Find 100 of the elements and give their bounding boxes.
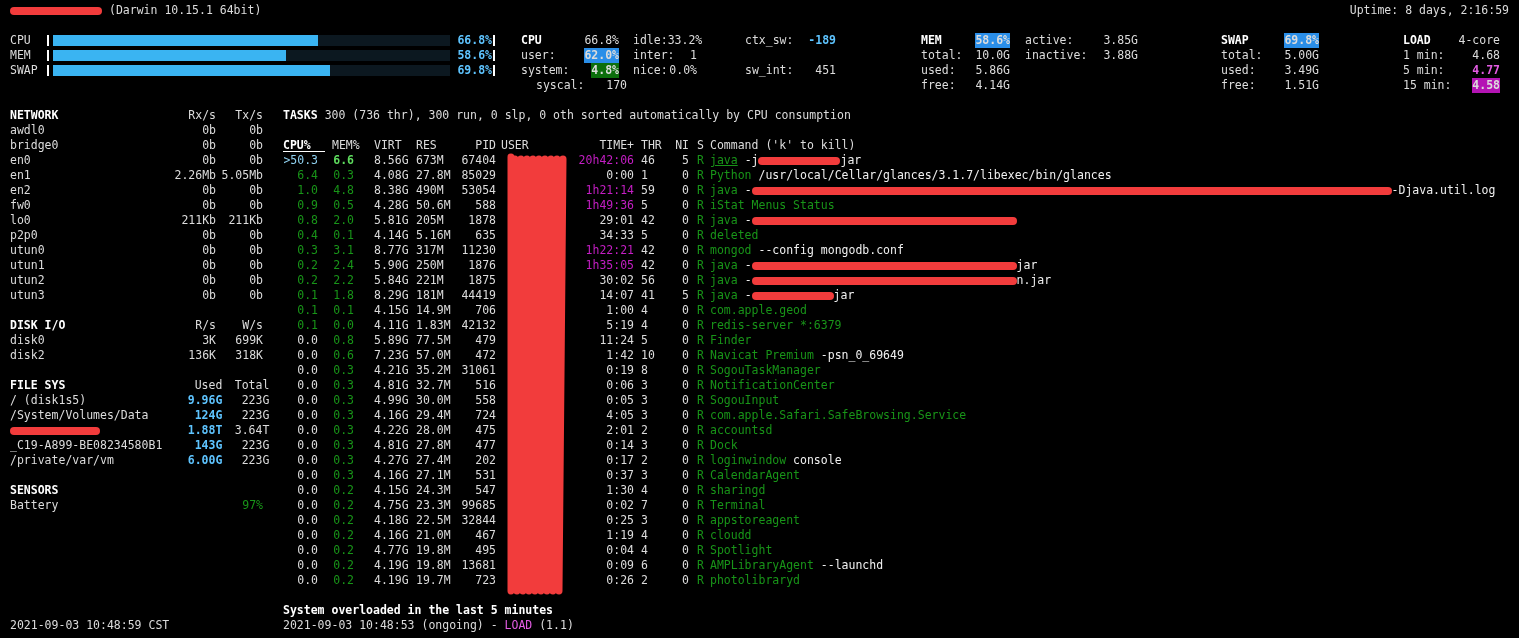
process-args: -Djava.util.log [1391,183,1496,198]
stat-label: free: [921,78,956,93]
status-cell-text: R [696,153,705,168]
table-cell-text: 699K [234,333,263,348]
process-name: Python [710,168,752,183]
table-cell-text: 0:04 [605,543,634,558]
table-cell-text: 0.3 [332,168,355,183]
table-cell-text: 635 [474,228,496,243]
column-header[interactable]: S [689,138,710,153]
table-cell-text: 9.96G [186,393,223,408]
table-cell-text: 67404 [460,153,496,168]
table-cell-text: 724 [474,408,496,423]
table-cell-text: 4.28G [373,198,410,213]
table-cell-text: 99685 [460,498,496,513]
table-cell-text: 0.0 [296,543,319,558]
status-cell-text: R [696,198,705,213]
table-cell-text: 2.2 [332,273,355,288]
table-cell-text: 0.3 [332,393,355,408]
table-cell-text: 0.0 [296,438,319,453]
stat-label: used: [921,63,956,78]
column-header[interactable]: USER [496,138,565,153]
stat-label: total: [921,48,963,63]
column-header[interactable]: TIME+ [565,138,634,153]
table-cell-text: 4.11G [373,318,410,333]
table-cell-text: 4.14G [373,228,410,243]
table-cell-text: 3.1 [332,243,355,258]
table-cell-text: 1.83M [415,318,452,333]
table-cell-text: 0b [201,258,216,273]
process-name: photolibraryd [710,573,800,588]
table-cell-text: 0.2 [332,543,355,558]
table-cell-text: 205M [415,213,445,228]
process-name: AMPLibraryAgent [710,558,814,573]
stat-label: used: [1221,63,1256,78]
stat-value: 58.6% [975,33,1010,48]
row-label: / (disk1s5) [10,393,88,408]
table-cell-text: 1875 [467,273,496,288]
table-cell-text: 5.89G [373,333,410,348]
table-cell-text: 0.0 [332,318,355,333]
table-cell-text: 3.64T [233,423,270,438]
stat-label: sw_int: [745,63,794,78]
column-header[interactable]: PID [458,138,496,153]
table-cell-text: 0.8 [296,213,319,228]
column-header[interactable]: NI [675,138,689,153]
table-cell-text: 0:06 [605,378,634,393]
table-cell-text: 211Kb [180,213,216,228]
table-cell-text: 0 [681,168,689,183]
table-cell-text: 3 [640,378,649,393]
table-cell-text: 0.0 [296,558,319,573]
process-args: jar [840,153,862,168]
column-header[interactable]: RES [410,138,458,153]
row-label: awdl0 [10,123,46,138]
table-cell-text: 1:42 [605,348,634,363]
process-name: java [710,273,738,288]
table-cell-text: 53054 [460,183,496,198]
table-cell-text: 0.0 [296,363,319,378]
table-cell-text: 0:09 [605,558,634,573]
table-cell-text: 0.0 [296,528,319,543]
column-header: Used [193,378,223,393]
table-cell-text: 0b [248,183,263,198]
table-cell-text: 4 [640,318,649,333]
status-cell-text: R [696,558,705,573]
table-cell-text: 0.0 [296,393,319,408]
table-cell-text: 0b [248,243,263,258]
table-cell-text: 0 [681,468,689,483]
stat-value: 69.8% [1284,33,1319,48]
table-cell-text: 14:07 [598,288,634,303]
tasks-summary: 300 (736 thr), 300 run, 0 slp, 0 oth sorted automatically by CPU consumption [324,108,851,123]
process-name: redis-server *:6379 [710,318,842,333]
status-cell-text: R [696,348,705,363]
process-args: - [744,213,752,228]
table-cell-text: 4.15G [373,483,410,498]
column-header[interactable]: THR [634,138,675,153]
section-title: TASKS [283,108,318,123]
process-name: java [710,153,738,168]
stat-value: 66.8% [584,33,619,48]
table-cell-text: 3 [640,468,649,483]
stat-value: 451 [815,63,836,78]
section-title: MEM [921,33,942,48]
table-cell-text: 202 [474,453,496,468]
column-header[interactable]: MEM% [325,138,361,153]
table-cell-text: 0 [681,213,689,228]
table-cell-text: 4.8 [332,183,355,198]
process-name: appstoreagent [710,513,800,528]
table-cell-text: 32844 [460,513,496,528]
column-header[interactable]: CPU% [283,138,325,152]
table-cell-text: 181M [415,288,445,303]
table-cell-text: 0.0 [296,453,319,468]
table-cell-text: 490M [415,183,445,198]
column-header[interactable]: VIRT [361,138,410,153]
table-cell-text: 0 [681,423,689,438]
column-header: Rx/s [187,108,216,123]
table-cell-text: 7.23G [373,348,410,363]
status-cell-text: R [696,438,705,453]
table-cell-text: 0.3 [332,453,355,468]
column-header[interactable]: Command ('k' to kill) [710,138,1509,153]
table-cell-text: 0:02 [605,498,634,513]
table-cell-text: 24.3M [415,483,452,498]
process-name: mongod [710,243,752,258]
table-cell-text: 0 [681,558,689,573]
stat-value: 4.68 [1472,48,1500,63]
